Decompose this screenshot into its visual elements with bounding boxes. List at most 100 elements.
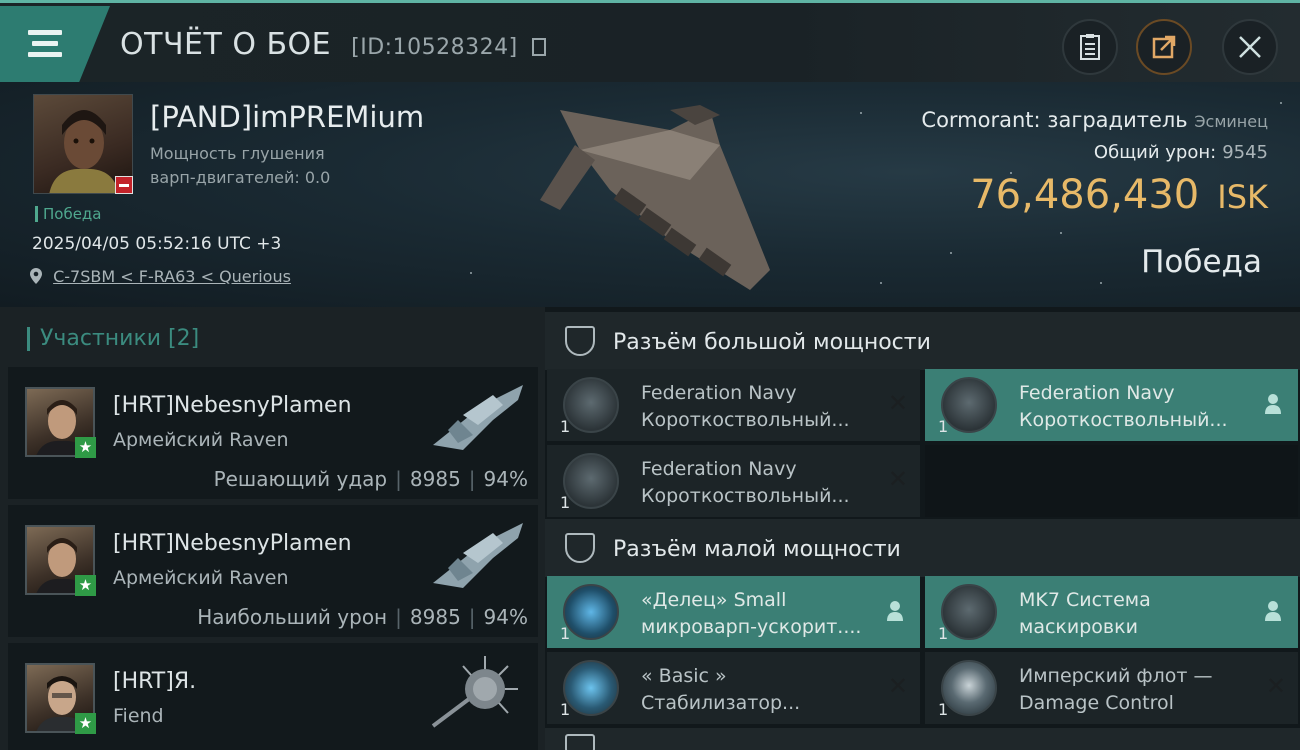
victim-summary: [PAND]imPREMium Мощность глушения варп-д… xyxy=(0,82,1300,307)
module-item[interactable]: 1 Federation Navy Короткоствольный... ✕ xyxy=(547,369,920,441)
microwarpdrive-icon xyxy=(563,584,619,640)
module-quantity: 1 xyxy=(560,624,571,643)
module-name-line2: Стабилизатор... xyxy=(641,692,801,714)
participant-name[interactable]: [HRT]NebesnyPlamen xyxy=(113,393,352,418)
location-pin-icon xyxy=(30,268,42,284)
header-bar: ОТЧЁТ О БОЕ [ID:10528324] xyxy=(0,0,1300,82)
module-name-line2: Короткоствольный... xyxy=(1019,409,1228,431)
location-text: C-7SBM < F-RA63 < Querious xyxy=(53,267,291,286)
participant-name[interactable]: [HRT]Я. xyxy=(113,669,196,694)
participant-role: Решающий удар xyxy=(213,467,388,491)
status-tag: Победа xyxy=(35,206,102,222)
participant-stats: Решающий удар | 8985 | 94% xyxy=(213,467,528,491)
participant-name[interactable]: [HRT]NebesnyPlamen xyxy=(113,531,352,556)
module-quantity: 1 xyxy=(938,700,949,719)
low-slot-icon xyxy=(565,533,595,563)
module-quantity: 1 xyxy=(560,493,571,512)
next-slot-header xyxy=(545,728,1300,750)
module-item[interactable]: 1 Имперский флот — Damage Control ✕ xyxy=(925,652,1298,724)
user-icon xyxy=(1265,394,1281,414)
standing-badge xyxy=(115,176,133,194)
ship-image xyxy=(433,385,523,450)
participant-row[interactable]: ★ [HRT]NebesnyPlamen Армейский Raven Наи… xyxy=(8,505,538,637)
ship-name[interactable]: Cormorant: заградитель xyxy=(921,108,1187,132)
user-icon xyxy=(1265,601,1281,621)
high-slot-icon xyxy=(565,326,595,356)
battle-result: Победа xyxy=(1141,244,1262,280)
destroyed-icon: ✕ xyxy=(1265,672,1286,700)
low-slot-header: Разъём малой мощности xyxy=(545,519,1300,577)
participant-percent: 94% xyxy=(483,605,528,629)
cloak-icon xyxy=(941,584,997,640)
module-name-line2: маскировки xyxy=(1019,616,1138,638)
module-item[interactable]: 1 Federation Navy Короткоствольный... xyxy=(925,369,1298,441)
destroyed-icon: ✕ xyxy=(887,389,908,417)
destroyed-icon: ✕ xyxy=(887,465,908,493)
module-quantity: 1 xyxy=(938,624,949,643)
total-damage: Общий урон: 9545 xyxy=(1094,142,1268,163)
participant-row[interactable]: ★ [HRT]Я. Fiend xyxy=(8,643,538,750)
high-slot-header: Разъём большой мощности xyxy=(545,312,1300,370)
blaster-icon xyxy=(563,453,619,509)
participant-ship: Армейский Raven xyxy=(113,567,289,589)
close-button[interactable] xyxy=(1222,19,1278,75)
module-name-line1: Имперский флот — xyxy=(1019,665,1213,687)
participant-damage: 8985 xyxy=(409,605,461,629)
high-slot-title: Разъём большой мощности xyxy=(613,330,931,355)
blaster-icon xyxy=(941,377,997,433)
module-quantity: 1 xyxy=(560,700,571,719)
isk-amount: 76,486,430 xyxy=(970,172,1200,218)
clipboard-button[interactable] xyxy=(1062,19,1118,75)
isk-currency: ISK xyxy=(1217,178,1268,216)
low-slot-title: Разъём малой мощности xyxy=(613,537,901,562)
participant-damage: 8985 xyxy=(409,467,461,491)
menu-button[interactable] xyxy=(0,6,110,82)
blaster-icon xyxy=(563,377,619,433)
participant-row[interactable]: ★ [HRT]NebesnyPlamen Армейский Raven Реш… xyxy=(8,367,538,499)
module-item[interactable]: 1 «Делец» Small микроварп-ускорит.... xyxy=(547,576,920,648)
destroyed-icon: ✕ xyxy=(887,672,908,700)
location-link[interactable]: C-7SBM < F-RA63 < Querious xyxy=(30,267,291,286)
ship-image xyxy=(433,523,523,588)
ship-name-line: Cormorant: заградитель Эсминец xyxy=(921,108,1268,132)
participant-ship: Fiend xyxy=(113,705,164,727)
module-name-line2: микроварп-ускорит.... xyxy=(641,616,862,638)
close-icon xyxy=(1239,36,1261,58)
empty-slot xyxy=(925,445,1298,517)
kill-datetime: 2025/04/05 05:52:16 UTC +3 xyxy=(32,234,282,254)
module-name-line1: MK7 Система xyxy=(1019,589,1151,611)
participant-role: Наибольший урон xyxy=(197,605,388,629)
participants-panel: Участники [2] ★ [HRT]NebesnyPlamen Армей… xyxy=(0,307,545,750)
ship-class: Эсминец xyxy=(1194,112,1268,131)
damage-value: 9545 xyxy=(1222,142,1268,163)
warp-value: варп-двигателей: 0.0 xyxy=(150,168,331,187)
module-name-line1: Federation Navy xyxy=(1019,382,1175,404)
module-item[interactable]: 1 « Basic » Стабилизатор... ✕ xyxy=(547,652,920,724)
damage-control-icon xyxy=(941,660,997,716)
participant-ship: Армейский Raven xyxy=(113,429,289,451)
participant-stats: Наибольший урон | 8985 | 94% xyxy=(197,605,528,629)
module-name-line1: Federation Navy xyxy=(641,458,797,480)
module-quantity: 1 xyxy=(938,417,949,436)
victim-name[interactable]: [PAND]imPREMium xyxy=(150,100,424,134)
copy-icon[interactable] xyxy=(531,38,546,56)
module-name-line2: Damage Control xyxy=(1019,692,1174,714)
slot-icon xyxy=(565,734,595,750)
participants-heading: Участники [2] xyxy=(27,327,199,351)
stabilizer-icon xyxy=(563,660,619,716)
damage-label: Общий урон: xyxy=(1093,142,1217,163)
corp-star-icon: ★ xyxy=(75,575,96,596)
user-icon xyxy=(887,601,903,621)
clipboard-icon xyxy=(1080,34,1100,60)
module-name-line2: Короткоствольный... xyxy=(641,409,850,431)
report-id: [ID:10528324] xyxy=(351,35,518,60)
ship-image xyxy=(431,656,518,728)
module-name-line1: «Делец» Small xyxy=(641,589,787,611)
page-title-text: ОТЧЁТ О БОЕ xyxy=(120,27,332,62)
module-item[interactable]: 1 MK7 Система маскировки xyxy=(925,576,1298,648)
ship-image[interactable] xyxy=(520,90,790,300)
module-item[interactable]: 1 Federation Navy Короткоствольный... ✕ xyxy=(547,445,920,517)
module-name-line1: Federation Navy xyxy=(641,382,797,404)
share-button[interactable] xyxy=(1136,19,1192,75)
page-title: ОТЧЁТ О БОЕ [ID:10528324] xyxy=(120,27,546,62)
